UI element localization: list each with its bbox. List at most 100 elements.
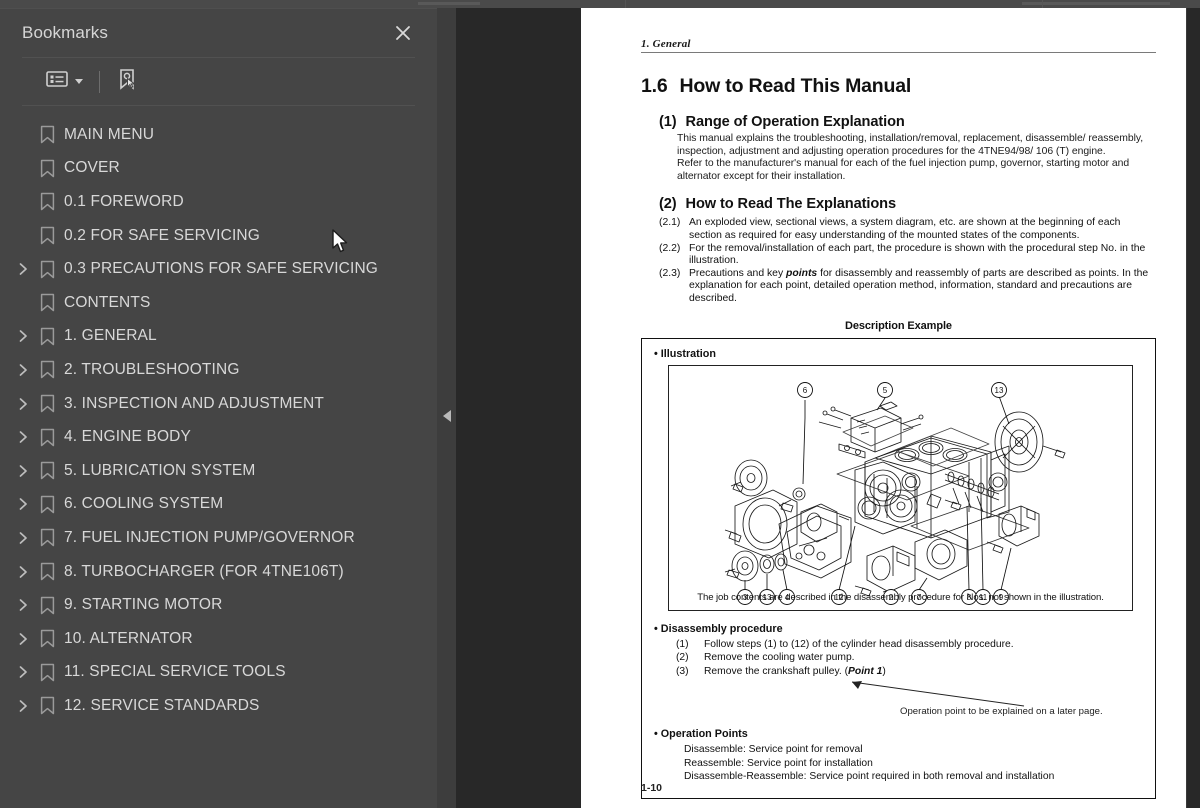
bookmark-icon	[34, 461, 60, 480]
triangle-left-icon	[442, 410, 451, 422]
bookmark-item[interactable]: 10. ALTERNATOR	[0, 622, 437, 656]
header-rule	[641, 52, 1156, 53]
bookmark-options-button[interactable]	[44, 68, 85, 95]
new-bookmark-button[interactable]	[114, 66, 140, 97]
bookmark-icon	[34, 192, 60, 211]
list-options-icon	[46, 70, 68, 93]
bookmark-icon	[34, 696, 60, 715]
procedure-step: (2) Remove the cooling water pump.	[676, 651, 1143, 665]
close-icon[interactable]	[391, 21, 415, 45]
callout-6: 6	[797, 381, 813, 398]
chevron-right-icon[interactable]	[12, 661, 34, 683]
subsection-1-paragraph-2: Refer to the manufacturer's manual for e…	[677, 158, 1130, 182]
toolbar-fragment	[1022, 2, 1170, 5]
bookmark-item[interactable]: 0.3 PRECAUTIONS FOR SAFE SERVICING	[0, 252, 437, 286]
bookmark-item-label: 11. SPECIAL SERVICE TOOLS	[64, 663, 286, 681]
bookmark-item[interactable]: 0.1 FOREWORD	[0, 185, 437, 219]
bookmark-icon	[34, 226, 60, 245]
bookmark-item-label: 8. TURBOCHARGER (FOR 4TNE106T)	[64, 562, 344, 580]
procedure-step: (1) Follow steps (1) to (12) of the cylin…	[676, 638, 1143, 652]
illustration-caption: The job contents are described in the di…	[697, 591, 1104, 603]
bookmark-icon	[34, 260, 60, 279]
svg-text:6: 6	[803, 386, 808, 395]
chevron-right-icon[interactable]	[12, 695, 34, 717]
chevron-right-icon[interactable]	[12, 460, 34, 482]
chevron-right-icon[interactable]	[12, 359, 34, 381]
bookmark-icon	[34, 327, 60, 346]
bookmark-item-label: 7. FUEL INJECTION PUMP/GOVERNOR	[64, 528, 355, 546]
bookmarks-panel: Bookmarks MAIN MENU COVER 0.1 FOREWORD 0…	[0, 8, 437, 808]
bookmark-item[interactable]: CONTENTS	[0, 286, 437, 320]
procedure-step: (3) Remove the crankshaft pulley. (Point …	[676, 665, 1143, 679]
bookmark-item[interactable]: 4. ENGINE BODY	[0, 420, 437, 454]
chevron-right-icon[interactable]	[12, 594, 34, 616]
numbered-item: (2.2) For the removal/installation of eac…	[659, 243, 1156, 268]
bookmark-item[interactable]: 5. LUBRICATION SYSTEM	[0, 454, 437, 488]
page-title: Bookmarks	[22, 23, 108, 42]
toolbar-separator	[99, 70, 100, 93]
subsection-2-number: (2)	[659, 196, 677, 213]
operation-point: Reassemble: Service point for installati…	[684, 757, 873, 769]
bookmarks-toolbar	[22, 57, 415, 106]
point-reference: Point 1	[848, 665, 883, 677]
chevron-right-icon[interactable]	[12, 393, 34, 415]
bookmark-item[interactable]: COVER	[0, 152, 437, 186]
bookmark-item-label: 2. TROUBLESHOOTING	[64, 360, 240, 378]
description-example-box: • Illustration 6 5 13 3 13 4 12 2 7 8 11…	[641, 337, 1156, 799]
document-viewer[interactable]: 1. General 1.6 How to Read This Manual (…	[456, 8, 1200, 808]
bookmark-icon	[34, 596, 60, 615]
bookmark-item[interactable]: 9. STARTING MOTOR	[0, 588, 437, 622]
bookmark-icon	[34, 428, 60, 447]
page-number: 1-10	[641, 782, 663, 794]
numbered-item: (2.1) An exploded view, sectional views, …	[659, 217, 1156, 242]
engine-exploded-diagram: 6 5 13 3 13 4 12 2 7 8 11 9 The job contents are d…	[668, 364, 1133, 611]
bookmark-icon	[34, 159, 60, 178]
chevron-right-icon[interactable]	[12, 561, 34, 583]
bookmark-item[interactable]: 11. SPECIAL SERVICE TOOLS	[0, 656, 437, 690]
bookmark-icon	[34, 360, 60, 379]
chevron-right-icon[interactable]	[12, 258, 34, 280]
chevron-right-icon[interactable]	[12, 325, 34, 347]
svg-text:13: 13	[995, 386, 1004, 395]
bookmarks-panel-header: Bookmarks	[0, 9, 437, 57]
section-heading: 1.6 How to Read This Manual	[641, 75, 1156, 98]
bookmark-item-label: 4. ENGINE BODY	[64, 428, 191, 446]
step-text: Remove the crankshaft pulley. (Point 1)	[704, 665, 886, 677]
bookmark-item-label: MAIN MENU	[64, 125, 155, 143]
bookmark-item[interactable]: 6. COOLING SYSTEM	[0, 488, 437, 522]
bookmark-item-label: 6. COOLING SYSTEM	[64, 495, 224, 513]
chevron-right-icon[interactable]	[12, 628, 34, 650]
bookmark-item[interactable]: 0.2 FOR SAFE SERVICING	[0, 219, 437, 253]
section-number: 1.6	[641, 75, 668, 97]
bookmark-icon	[34, 293, 60, 312]
chevron-right-icon[interactable]	[12, 527, 34, 549]
bookmark-item[interactable]: 3. INSPECTION AND ADJUSTMENT	[0, 387, 437, 421]
bookmark-item[interactable]: 12. SERVICE STANDARDS	[0, 689, 437, 723]
bookmarks-list[interactable]: MAIN MENU COVER 0.1 FOREWORD 0.2 FOR SAFE S…	[0, 106, 437, 808]
bookmark-item[interactable]: 8. TURBOCHARGER (FOR 4TNE106T)	[0, 555, 437, 589]
new-bookmark-icon	[116, 68, 138, 95]
chevron-right-icon[interactable]	[12, 426, 34, 448]
item-number: (2.1)	[659, 217, 681, 229]
bookmark-icon	[34, 528, 60, 547]
subsection-2-list: (2.1) An exploded view, sectional views, …	[641, 217, 1156, 305]
bookmark-item-label: 0.2 FOR SAFE SERVICING	[64, 226, 260, 244]
bookmark-item-label: 5. LUBRICATION SYSTEM	[64, 461, 256, 479]
bookmark-item-label: 0.3 PRECAUTIONS FOR SAFE SERVICING	[64, 260, 379, 278]
bookmark-item[interactable]: 2. TROUBLESHOOTING	[0, 353, 437, 387]
bookmark-item-label: 1. GENERAL	[64, 327, 157, 345]
step-number: (3)	[676, 665, 689, 677]
annotation-text: Operation point to be explained on a lat…	[900, 706, 1103, 718]
bookmark-item[interactable]: 1. GENERAL	[0, 320, 437, 354]
toolbar-divider	[625, 0, 626, 8]
bookmark-item[interactable]: MAIN MENU	[0, 118, 437, 152]
operation-points-list: Disassemble: Service point for removal Re…	[654, 743, 1143, 784]
operation-points-label: • Operation Points	[654, 728, 748, 741]
chevron-right-icon[interactable]	[12, 493, 34, 515]
bookmark-item[interactable]: 7. FUEL INJECTION PUMP/GOVERNOR	[0, 521, 437, 555]
callout-13: 13	[991, 381, 1007, 398]
bookmark-icon	[34, 663, 60, 682]
collapse-panel-button[interactable]	[437, 402, 456, 430]
panel-splitter[interactable]	[437, 8, 456, 808]
bookmark-icon	[34, 125, 60, 144]
